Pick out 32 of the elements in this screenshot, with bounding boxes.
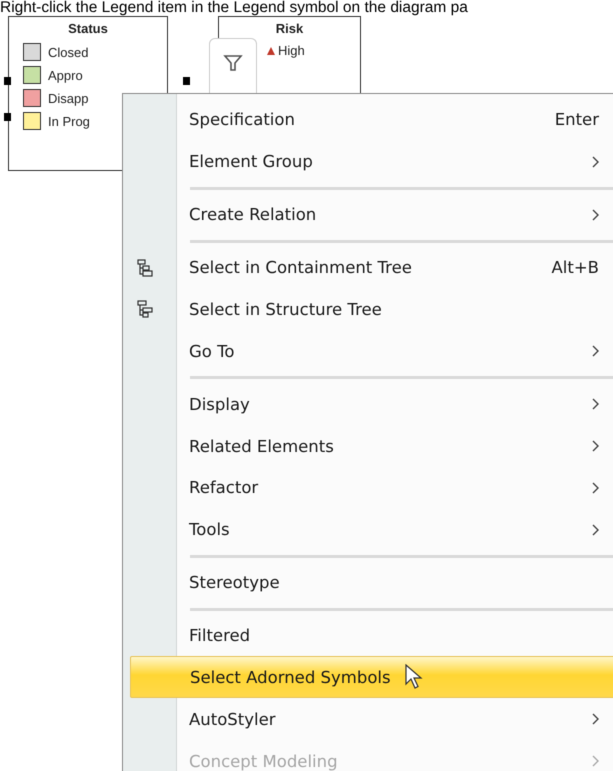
filter-icon (223, 53, 243, 73)
selection-handle[interactable] (183, 77, 190, 85)
menu-item[interactable]: Select Adorned Symbols (130, 656, 613, 698)
legend-title: Risk (276, 21, 304, 36)
shortcut-text: Enter (554, 110, 599, 130)
menu-item[interactable]: Create Relation (123, 194, 613, 236)
legend-label: In Prog (48, 114, 90, 128)
menu-item[interactable]: Refactor (123, 466, 613, 509)
legend-title: Status (68, 21, 108, 36)
menu-item[interactable]: Tools (123, 508, 613, 551)
menu-item[interactable]: Display (123, 383, 613, 426)
menu-item[interactable]: Filtered (123, 614, 613, 656)
menu-item[interactable]: Element Group (123, 140, 613, 183)
shortcut-text: Alt+B (552, 258, 599, 278)
menu-item[interactable]: AutoStyler (123, 698, 613, 740)
legend-label: Closed (48, 44, 88, 60)
selection-handle[interactable] (4, 77, 11, 85)
filter-button[interactable] (209, 38, 257, 94)
tree-icon (137, 300, 153, 318)
menu-item[interactable]: Select in Structure Tree (123, 288, 613, 330)
caption-text: Right-click the Legend item in the Legend symbol on the diagram pa (0, 0, 468, 16)
menu-item[interactable]: Stereotype (123, 562, 613, 604)
tree-icon (137, 258, 153, 277)
menu-item[interactable]: Specification Enter (123, 99, 613, 141)
legend-label: High (278, 43, 305, 58)
menu-item[interactable]: Select in Containment Tree Alt+B (123, 246, 613, 288)
legend-label: Appro (48, 68, 83, 82)
mouse-pointer-icon (404, 664, 423, 690)
legend-label: Disapp (48, 90, 88, 106)
selection-handle[interactable] (4, 113, 11, 121)
menu-item[interactable]: Related Elements (123, 425, 613, 467)
menu-item[interactable]: Go To (123, 330, 613, 372)
